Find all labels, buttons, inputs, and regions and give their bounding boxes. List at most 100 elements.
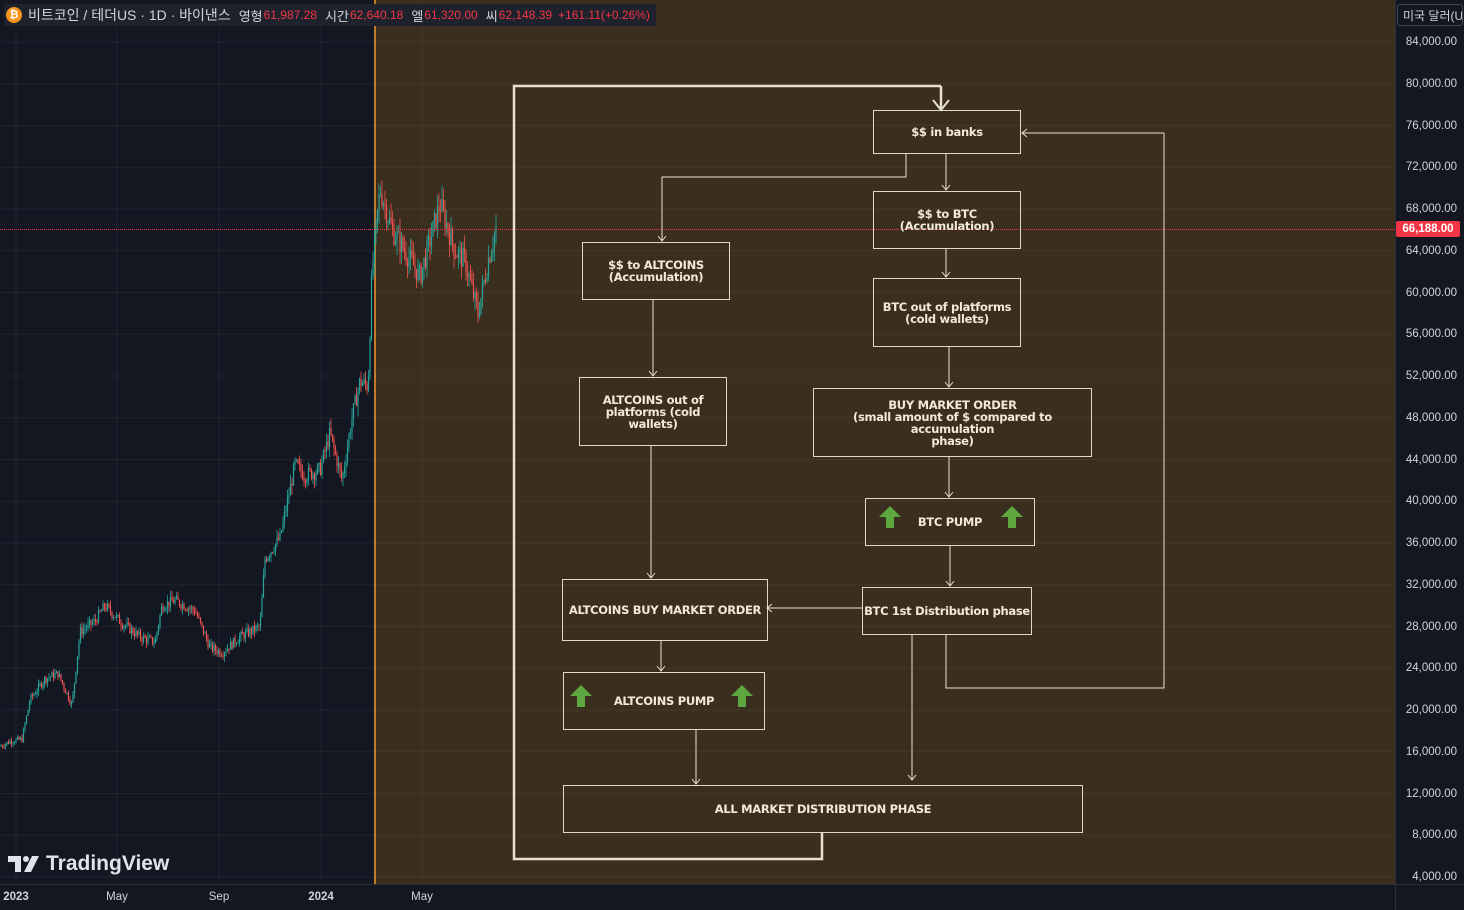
candle-body bbox=[0, 746, 2, 747]
candle-body bbox=[361, 383, 364, 386]
price-tick: 40,000.00 bbox=[1405, 495, 1457, 508]
candle-body bbox=[276, 537, 278, 544]
candle-body bbox=[189, 608, 191, 610]
candle-body bbox=[6, 741, 8, 745]
box-buy-order[interactable]: BUY MARKET ORDER (small amount of $ comp… bbox=[813, 388, 1092, 457]
box-alt-out[interactable]: ALTCOINS out of platforms (cold wallets) bbox=[579, 377, 727, 446]
candle-body bbox=[4, 744, 7, 748]
candle-body bbox=[472, 283, 475, 298]
axis-corner[interactable] bbox=[1395, 884, 1464, 910]
candle-body bbox=[244, 631, 247, 639]
box-all-dist[interactable]: ALL MARKET DISTRIBUTION PHASE bbox=[563, 785, 1083, 833]
candle-body bbox=[151, 636, 154, 644]
candle-body bbox=[153, 643, 155, 645]
candle-body bbox=[114, 617, 116, 618]
candle-body bbox=[39, 683, 41, 685]
candle-body bbox=[492, 247, 494, 254]
candle-body bbox=[40, 683, 43, 688]
candle-body bbox=[174, 598, 176, 604]
candle-body bbox=[484, 280, 487, 282]
candle-body bbox=[306, 480, 308, 483]
candle-body bbox=[358, 378, 361, 391]
time-axis[interactable]: 2023 May Sep 2024 May bbox=[0, 884, 1395, 910]
candle-body bbox=[43, 677, 46, 684]
candle-body bbox=[399, 231, 401, 253]
candle-body bbox=[214, 645, 217, 651]
currency-selector[interactable]: 미국 달러(USD) bbox=[1397, 4, 1463, 26]
candle-body bbox=[84, 628, 86, 630]
box-to-btc[interactable]: $$ to BTC (Accumulation) bbox=[873, 191, 1021, 249]
candle-body bbox=[391, 222, 394, 228]
candle-body bbox=[427, 236, 430, 241]
candle-body bbox=[175, 596, 178, 599]
symbol-legend[interactable]: ₿ 비트코인 / 테더US · 1D · 바이낸스 영형 61,987.28 시간… bbox=[4, 4, 656, 26]
candle-body bbox=[31, 694, 34, 697]
box-btc-out[interactable]: BTC out of platforms (cold wallets) bbox=[873, 278, 1021, 347]
candle-body bbox=[348, 434, 350, 448]
candle-body bbox=[64, 689, 67, 694]
candle-body bbox=[208, 644, 211, 648]
candle-body bbox=[97, 610, 100, 623]
candle-body bbox=[318, 462, 320, 465]
box-to-alt[interactable]: $$ to ALTCOINS (Accumulation) bbox=[582, 242, 730, 300]
candle-body bbox=[409, 250, 412, 259]
candle-body bbox=[355, 395, 358, 407]
candle-body bbox=[178, 599, 181, 606]
time-tick: 2024 bbox=[308, 891, 334, 903]
price-axis[interactable]: 84,000.00 80,000.00 76,000.00 72,000.00 68,0… bbox=[1395, 0, 1464, 884]
candle-body bbox=[375, 219, 377, 235]
candle-body bbox=[285, 510, 287, 512]
symbol-title[interactable]: 비트코인 / 테더US · 1D · 바이낸스 bbox=[28, 5, 231, 25]
candle-body bbox=[204, 632, 206, 634]
candle-body bbox=[450, 228, 452, 246]
candle-body bbox=[277, 537, 280, 540]
candle-body bbox=[456, 257, 458, 259]
price-tick: 56,000.00 bbox=[1405, 328, 1457, 341]
candle-body bbox=[469, 274, 472, 280]
time-tick: 2023 bbox=[3, 891, 29, 903]
candle-body bbox=[268, 556, 271, 558]
candle-body bbox=[460, 248, 463, 267]
candle-body bbox=[313, 473, 316, 480]
candle-body bbox=[180, 605, 182, 609]
candle-body bbox=[382, 204, 385, 206]
candle-body bbox=[172, 600, 175, 604]
box-alt-buy[interactable]: ALTCOINS BUY MARKET ORDER bbox=[562, 579, 768, 641]
candle-body bbox=[364, 378, 367, 384]
candle-body bbox=[9, 740, 11, 744]
candle-body bbox=[10, 740, 13, 744]
price-tick: 8,000.00 bbox=[1412, 829, 1457, 842]
candle-body bbox=[423, 257, 425, 268]
candle-body bbox=[141, 638, 143, 642]
candle-body bbox=[420, 265, 422, 283]
candle-body bbox=[457, 250, 460, 258]
candle-body bbox=[52, 672, 55, 679]
candle-body bbox=[333, 438, 335, 448]
candle-body bbox=[159, 615, 161, 626]
candle-body bbox=[124, 625, 127, 627]
candle-body bbox=[199, 617, 202, 622]
candle-body bbox=[319, 462, 322, 475]
tradingview-watermark[interactable]: TradingView bbox=[8, 852, 169, 876]
box-banks[interactable]: $$ in banks bbox=[873, 110, 1021, 154]
candle-body bbox=[366, 383, 368, 391]
candle-body bbox=[415, 269, 418, 281]
high-value: 62,640.18 bbox=[349, 8, 404, 22]
candle-body bbox=[405, 251, 407, 261]
candle-body bbox=[480, 298, 482, 314]
box-all-dist-text: ALL MARKET DISTRIBUTION PHASE bbox=[714, 802, 932, 816]
candle-body bbox=[331, 434, 334, 439]
candle-body bbox=[177, 596, 179, 600]
box-btc-dist[interactable]: BTC 1st Distribution phase bbox=[862, 587, 1032, 635]
candle-body bbox=[438, 206, 440, 212]
candle-body bbox=[48, 677, 50, 679]
candle-body bbox=[79, 627, 82, 642]
candle-body bbox=[271, 552, 274, 554]
candle-body bbox=[121, 625, 124, 629]
candle-body bbox=[169, 596, 172, 607]
candle-body bbox=[250, 628, 253, 634]
candle-body bbox=[297, 459, 299, 464]
alt-pump-right-arrow-icon bbox=[731, 685, 753, 707]
candle-body bbox=[15, 739, 17, 743]
candle-body bbox=[363, 378, 365, 384]
